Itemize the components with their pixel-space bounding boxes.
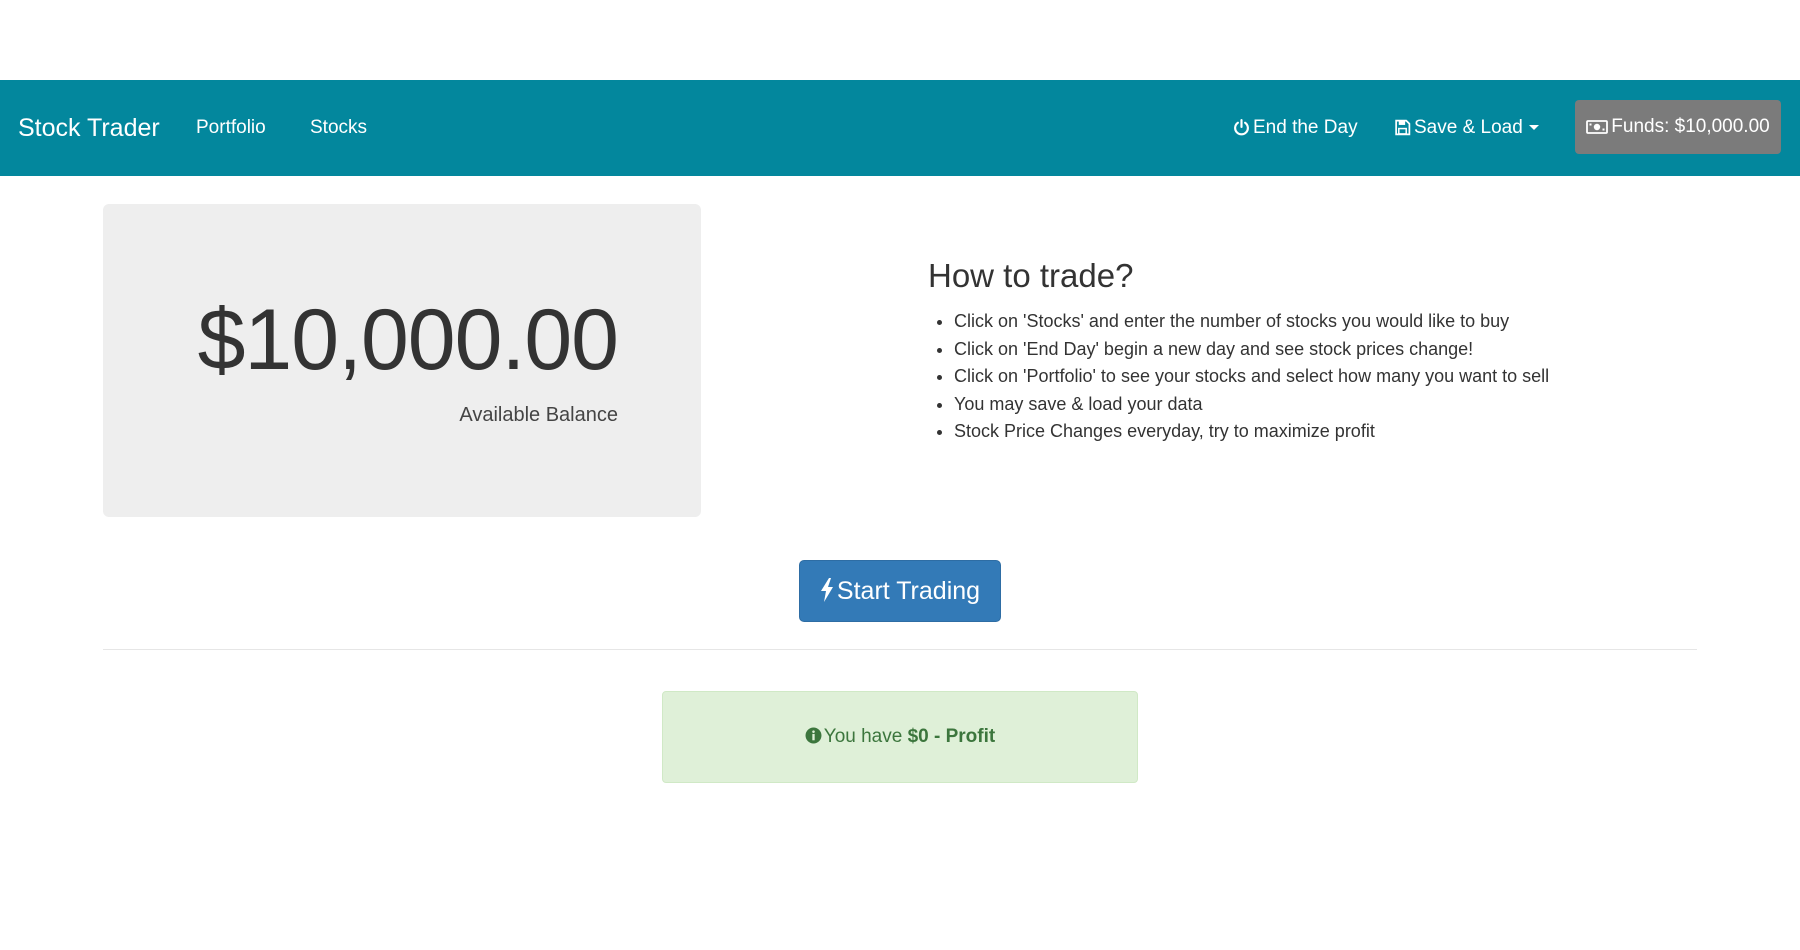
instruction-item: You may save & load your data [954,391,1728,419]
profit-value: $0 - Profit [907,726,996,747]
nav-stocks[interactable]: Stocks [310,80,367,176]
balance-amount: $10,000.00 [197,292,619,388]
profit-alert: You have $0 - Profit [662,691,1138,783]
floppy-disk-icon [1395,119,1411,136]
instruction-item: Click on 'End Day' begin a new day and s… [954,336,1728,364]
info-circle-icon [805,727,822,744]
balance-panel: $10,000.00 Available Balance [103,204,701,517]
end-day-label: End the Day [1253,117,1358,138]
brand-link[interactable]: Stock Trader [18,80,160,176]
chevron-down-icon [1528,125,1539,130]
navbar: Stock Trader Portfolio Stocks End the Da… [0,80,1800,176]
instruction-item: Stock Price Changes everyday, try to max… [954,418,1728,446]
profit-prefix: You have [823,726,908,747]
funds-badge: Funds: $10,000.00 [1575,100,1781,154]
balance-label: Available Balance [459,404,618,426]
funds-label: Funds: $10,000.00 [1611,116,1770,137]
instruction-item: Click on 'Stocks' and enter the number o… [954,308,1728,336]
money-icon [1586,120,1609,134]
power-icon [1234,119,1249,136]
start-trading-button[interactable]: Start Trading [799,560,1001,622]
how-to-trade-section: How to trade? Click on 'Stocks' and ente… [928,252,1728,446]
start-trading-label: Start Trading [836,577,981,605]
bolt-icon [820,578,833,602]
instructions-list: Click on 'Stocks' and enter the number o… [928,308,1728,446]
how-to-trade-title: How to trade? [928,257,1134,294]
end-day-button[interactable]: End the Day [1233,80,1358,176]
save-load-dropdown[interactable]: Save & Load [1394,80,1539,176]
save-load-label: Save & Load [1414,117,1523,138]
nav-portfolio[interactable]: Portfolio [196,80,266,176]
instruction-item: Click on 'Portfolio' to see your stocks … [954,363,1728,391]
divider [103,649,1697,650]
